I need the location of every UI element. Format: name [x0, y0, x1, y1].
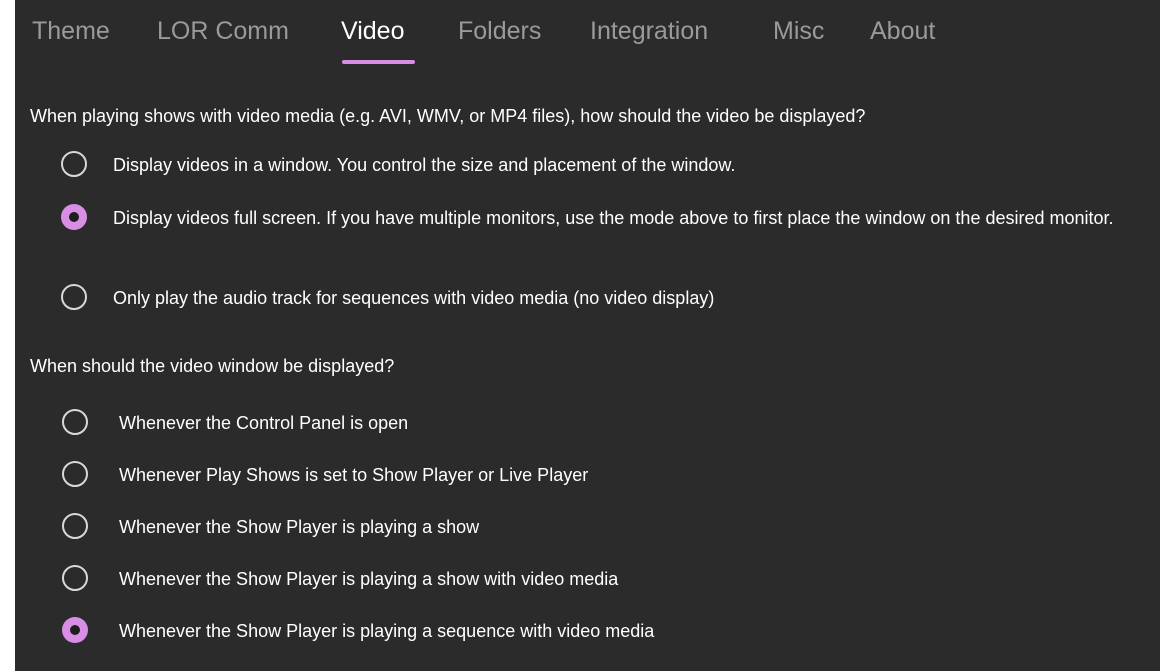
- radio-option-label: Whenever the Show Player is playing a sh…: [119, 517, 480, 537]
- radio-option-label: Display videos full screen. If you have …: [113, 208, 1114, 228]
- tab-misc[interactable]: Misc: [773, 15, 824, 47]
- radio-button[interactable]: [62, 617, 88, 643]
- radio-button[interactable]: [61, 204, 87, 230]
- radio-option-display-full-screen[interactable]: Display videos full screen. If you have …: [61, 204, 1151, 262]
- radio-button[interactable]: [61, 284, 87, 310]
- radio-option-playing-sequence-with-video[interactable]: Whenever the Show Player is playing a se…: [62, 617, 962, 645]
- tab-lor-comm[interactable]: LOR Comm: [157, 15, 289, 47]
- tab-bar: Theme LOR Comm Video Folders Integration…: [15, 0, 1160, 70]
- radio-option-audio-only[interactable]: Only play the audio track for sequences …: [61, 284, 1121, 312]
- selected-tab-indicator: [342, 60, 415, 64]
- radio-option-label: Whenever Play Shows is set to Show Playe…: [119, 465, 589, 485]
- radio-button[interactable]: [62, 409, 88, 435]
- radio-option-label: Whenever the Show Player is playing a sh…: [119, 569, 619, 589]
- settings-panel: Theme LOR Comm Video Folders Integration…: [15, 0, 1160, 671]
- radio-button[interactable]: [62, 513, 88, 539]
- radio-option-playing-show-with-video[interactable]: Whenever the Show Player is playing a sh…: [62, 565, 962, 593]
- radio-option-label: Whenever the Control Panel is open: [119, 413, 409, 433]
- tab-video[interactable]: Video: [341, 15, 405, 47]
- tab-about[interactable]: About: [870, 15, 935, 47]
- tab-folders[interactable]: Folders: [458, 15, 541, 47]
- radio-option-label: Whenever the Show Player is playing a se…: [119, 621, 655, 641]
- radio-option-label: Only play the audio track for sequences …: [113, 288, 715, 308]
- radio-option-display-in-window[interactable]: Display videos in a window. You control …: [61, 151, 1121, 179]
- tab-theme[interactable]: Theme: [32, 15, 110, 47]
- radio-option-play-shows-set[interactable]: Whenever Play Shows is set to Show Playe…: [62, 461, 962, 489]
- radio-button[interactable]: [62, 461, 88, 487]
- radio-option-label: Display videos in a window. You control …: [113, 155, 736, 175]
- radio-button[interactable]: [61, 151, 87, 177]
- window-timing-question: When should the video window be displaye…: [30, 356, 395, 376]
- radio-option-control-panel-open[interactable]: Whenever the Control Panel is open: [62, 409, 962, 437]
- tab-integration[interactable]: Integration: [590, 15, 708, 47]
- radio-option-playing-show[interactable]: Whenever the Show Player is playing a sh…: [62, 513, 962, 541]
- display-mode-question: When playing shows with video media (e.g…: [30, 106, 866, 126]
- radio-button[interactable]: [62, 565, 88, 591]
